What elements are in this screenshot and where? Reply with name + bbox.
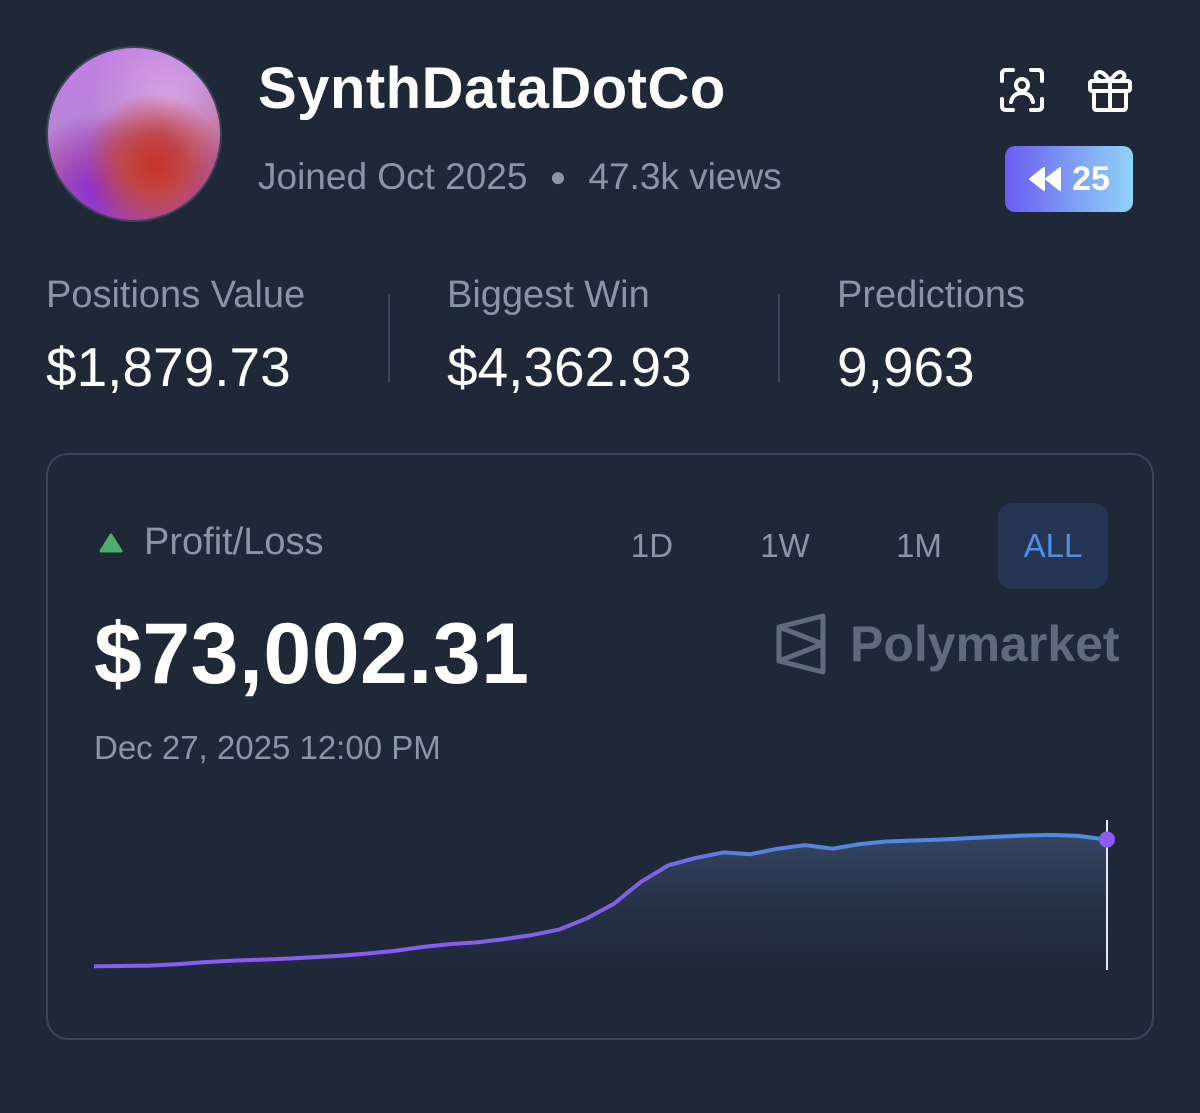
stat-divider bbox=[778, 294, 780, 382]
stat-value: $4,362.93 bbox=[447, 336, 692, 398]
profit-loss-chart[interactable] bbox=[48, 455, 1152, 1038]
rewind-count: 25 bbox=[1072, 159, 1110, 198]
stat-divider bbox=[388, 294, 390, 382]
view-count: 47.3k views bbox=[588, 156, 782, 197]
username: SynthDataDotCo bbox=[258, 56, 726, 121]
stat-predictions: Predictions 9,963 bbox=[837, 274, 1025, 399]
stat-label: Biggest Win bbox=[447, 274, 650, 316]
stat-value: 9,963 bbox=[837, 336, 975, 398]
face-scan-icon[interactable] bbox=[996, 64, 1048, 116]
chart-cursor-point bbox=[1099, 831, 1115, 848]
stat-positions-value: Positions Value $1,879.73 bbox=[46, 274, 305, 399]
gift-icon[interactable] bbox=[1084, 64, 1136, 116]
chart-area-fill bbox=[94, 834, 1106, 970]
joined-date: Joined Oct 2025 bbox=[258, 156, 528, 197]
rewind-badge[interactable]: 25 bbox=[1005, 146, 1133, 212]
stat-value: $1,879.73 bbox=[46, 336, 291, 398]
avatar[interactable] bbox=[46, 46, 222, 222]
stat-biggest-win: Biggest Win $4,362.93 bbox=[447, 274, 692, 399]
rewind-icon bbox=[1029, 167, 1062, 191]
profile-page: SynthDataDotCo Joined Oct 2025 ● 47.3k v… bbox=[0, 0, 1200, 1113]
stat-label: Predictions bbox=[837, 274, 1025, 316]
meta-separator: ● bbox=[549, 161, 567, 192]
profit-loss-card: Profit/Loss 1D 1W 1M ALL $73,002.31 Poly… bbox=[46, 453, 1154, 1040]
stat-label: Positions Value bbox=[46, 274, 306, 316]
profile-meta: Joined Oct 2025 ● 47.3k views bbox=[258, 156, 782, 198]
